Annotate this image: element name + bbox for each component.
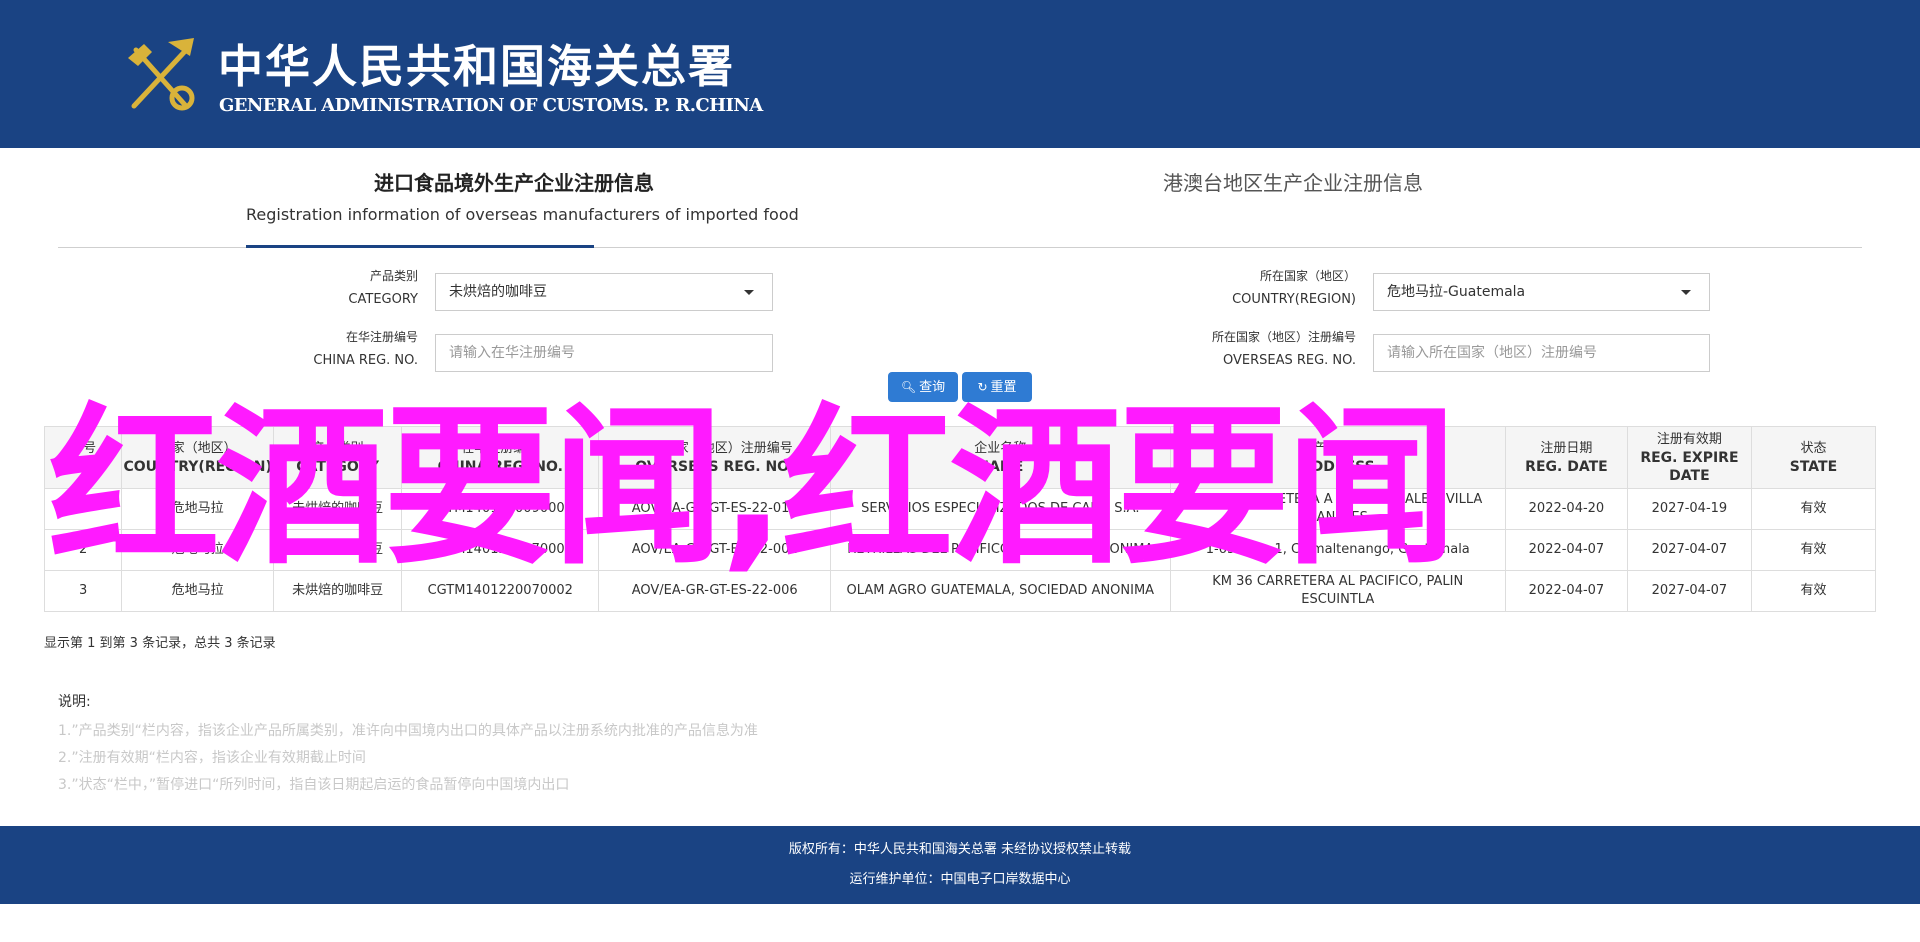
table-cell: CGTM1401220070002 bbox=[401, 570, 600, 612]
table-cell: AOV/EA-GR-GT-ES-22-006 bbox=[598, 570, 832, 612]
footer-copyright: 版权所有：中华人民共和国海关总署 未经协议授权禁止转载 bbox=[788, 842, 1132, 857]
refresh-icon: ↻ bbox=[977, 380, 988, 394]
table-row[interactable]: 3 危地马拉 未烘焙的咖啡豆 CGTM1401220070002 AOV/EA-… bbox=[43, 570, 1877, 612]
table-row[interactable]: 2 危地马拉 未烘焙的咖啡豆 CGTM1401220070002 AOV/EA-… bbox=[43, 529, 1877, 571]
column-header[interactable]: 注册日期 REG. DATE bbox=[1504, 426, 1628, 489]
search-button[interactable]: 🔍︎ 查询 bbox=[888, 372, 958, 402]
site-title-cn: 中华人民共和国海关总署 bbox=[218, 40, 736, 93]
country-select-value: 危地马拉-Guatemala bbox=[1387, 284, 1526, 300]
table-cell: CGTM1401220070002 bbox=[401, 529, 600, 571]
status-cell: 有效 bbox=[1750, 570, 1877, 612]
column-header[interactable]: 企业名称 NAME bbox=[830, 426, 1171, 489]
column-header[interactable]: 国家（地区） COUNTRY(REGION) bbox=[121, 426, 275, 489]
overseas-reg-placeholder: 请输入所在国家（地区）注册编号 bbox=[1387, 345, 1597, 361]
results-table: 序号 NO. 国家（地区） COUNTRY(REGION) 产品类别 CATEGORY… bbox=[43, 426, 1877, 612]
table-cell: 未烘焙的咖啡豆 bbox=[273, 488, 403, 530]
table-cell: 危地马拉 bbox=[121, 529, 275, 571]
table-row[interactable]: 1 危地马拉 未烘焙的咖啡豆 CGTM1401220090003 AOV/EA-… bbox=[43, 488, 1877, 530]
tab-title: 进口食品境外生产企业注册信息 bbox=[374, 171, 654, 195]
tab-hk-macao-taiwan[interactable]: 港澳台地区生产企业注册信息 bbox=[1088, 168, 1498, 198]
column-header[interactable]: 产品类别 CATEGORY bbox=[273, 426, 403, 489]
country-label: 所在国家（地区） COUNTRY(REGION) bbox=[1232, 269, 1356, 307]
table-cell: KM 36 CARRETERA AL PACIFICO, PALIN ESCUI… bbox=[1169, 570, 1506, 612]
site-footer: 版权所有：中华人民共和国海关总署 未经协议授权禁止转载 运行维护单位：中国电子口… bbox=[0, 826, 1920, 904]
column-header[interactable]: 在华注册编号 CHINA REG. NO. bbox=[401, 426, 600, 489]
notes-section: 说明: 1.”产品类别“栏内容，指该企业产品所属类别，准许向中国境内出口的具体产… bbox=[58, 690, 758, 799]
status-cell: 有效 bbox=[1750, 529, 1877, 571]
table-cell: 1-65 zona 1, Chimaltenango, Guatemala bbox=[1169, 529, 1506, 571]
status-cell: 有效 bbox=[1750, 488, 1877, 530]
overseas-reg-input[interactable]: 请输入所在国家（地区）注册编号 bbox=[1373, 334, 1710, 372]
note-item: 1.”产品类别“栏内容，指该企业产品所属类别，准许向中国境内出口的具体产品以注册… bbox=[58, 723, 758, 739]
table-cell: 2022-04-20 bbox=[1504, 488, 1628, 530]
overseas-reg-label: 所在国家（地区）注册编号 OVERSEAS REG. NO. bbox=[1211, 330, 1356, 368]
column-header[interactable]: 所在国家（地区）注册编号 OVERSEAS REG. NO. bbox=[598, 426, 832, 489]
site-title-en: GENERAL ADMINISTRATION OF CUSTOMS. P. R.… bbox=[219, 95, 763, 116]
table-cell: 危地马拉 bbox=[121, 570, 275, 612]
table-cell: 未烘焙的咖啡豆 bbox=[273, 570, 403, 612]
search-icon: 🔍︎ bbox=[900, 380, 917, 394]
china-reg-label: 在华注册编号 CHINA REG. NO. bbox=[313, 330, 418, 368]
table-cell: 2022-04-07 bbox=[1504, 529, 1628, 571]
footer-maintainer: 运行维护单位：中国电子口岸数据中心 bbox=[849, 872, 1071, 887]
table-cell: 2027-04-07 bbox=[1626, 570, 1752, 612]
note-item: 2.”注册有效期“栏内容，指该企业有效期截止时间 bbox=[58, 750, 366, 766]
table-cell: KM 5.5 CARRETERA A VILLA CANALES, VILLA … bbox=[1169, 488, 1506, 530]
column-header[interactable]: 生产场所地址 ADDRESS bbox=[1169, 426, 1506, 489]
column-header[interactable]: 序号 NO. bbox=[43, 426, 123, 489]
table-cell: CGTM1401220090003 bbox=[401, 488, 600, 530]
table-cell: 2022-04-07 bbox=[1504, 570, 1628, 612]
table-cell: 3 bbox=[43, 570, 123, 612]
chevron-down-icon bbox=[744, 290, 754, 295]
tab-subtitle: Registration information of overseas man… bbox=[246, 205, 799, 224]
china-reg-input[interactable]: 请输入在华注册编号 bbox=[435, 334, 773, 372]
column-header[interactable]: 状态 STATE bbox=[1750, 426, 1877, 489]
tab-title: 港澳台地区生产企业注册信息 bbox=[1163, 171, 1423, 195]
table-cell: OLAM AGRO GUATEMALA, SOCIEDAD ANONIMA bbox=[830, 570, 1171, 612]
customs-emblem-icon bbox=[128, 38, 195, 111]
country-select[interactable]: 危地马拉-Guatemala bbox=[1373, 273, 1710, 311]
tab-overseas-manufacturers[interactable]: 进口食品境外生产企业注册信息 Registration information … bbox=[246, 168, 799, 230]
table-cell: 2027-04-07 bbox=[1626, 529, 1752, 571]
notes-title: 说明: bbox=[58, 694, 91, 710]
table-cell: 未烘焙的咖啡豆 bbox=[273, 529, 403, 571]
table-header-row: 序号 NO. 国家（地区） COUNTRY(REGION) 产品类别 CATEGORY… bbox=[43, 426, 1877, 489]
active-tab-indicator bbox=[246, 245, 594, 248]
table-cell: RETRILLAS DEL PACIFICO, SOCIEDAD ANONIMA bbox=[830, 529, 1171, 571]
tab-bar: 进口食品境外生产企业注册信息 Registration information … bbox=[58, 148, 1862, 248]
reset-button[interactable]: ↻ 重置 bbox=[962, 372, 1032, 402]
category-select[interactable]: 未烘焙的咖啡豆 bbox=[435, 273, 773, 311]
column-header[interactable]: 注册有效期 REG. EXPIRE DATE bbox=[1626, 426, 1752, 489]
table-cell: 危地马拉 bbox=[121, 488, 275, 530]
category-select-value: 未烘焙的咖啡豆 bbox=[449, 284, 547, 300]
table-cell: 2027-04-19 bbox=[1626, 488, 1752, 530]
page: 中华人民共和国海关总署 GENERAL ADMINISTRATION OF CU… bbox=[0, 0, 1920, 942]
table-cell: 2 bbox=[43, 529, 123, 571]
site-header: 中华人民共和国海关总署 GENERAL ADMINISTRATION OF CU… bbox=[0, 0, 1920, 148]
note-item: 3.”状态“栏中，”暂停进口“所列时间，指自该日期起启运的食品暂停向中国境内出口 bbox=[58, 777, 570, 793]
table-cell: AOV/EA-GR-GT-ES-22-010 bbox=[598, 488, 832, 530]
category-label: 产品类别 CATEGORY bbox=[348, 269, 418, 307]
table-cell: AOV/EA-GR-GT-ES-22-002 bbox=[598, 529, 832, 571]
table-cell: SERVICIOS ESPECIALIZADOS DE CAFE, S.A. bbox=[830, 488, 1171, 530]
china-reg-placeholder: 请输入在华注册编号 bbox=[449, 345, 575, 361]
table-cell: 1 bbox=[43, 488, 123, 530]
chevron-down-icon bbox=[1681, 290, 1691, 295]
pagination-info: 显示第 1 到第 3 条记录，总共 3 条记录 bbox=[44, 636, 276, 651]
